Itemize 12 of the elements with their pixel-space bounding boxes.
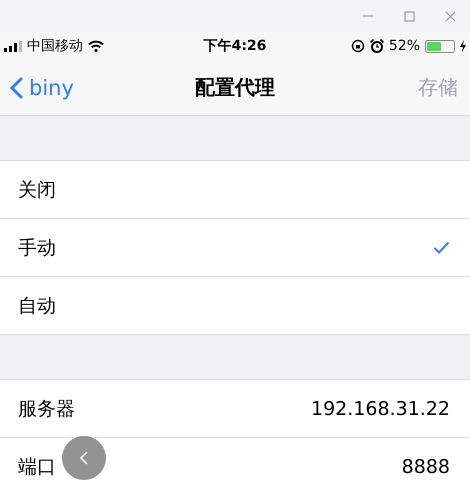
field-label: 端口 [18,454,56,480]
status-time: 下午4:26 [204,37,266,55]
field-label: 服务器 [18,396,75,422]
battery-percent: 52% [388,38,420,54]
proxy-mode-option[interactable]: 手动 [0,219,470,277]
field-value[interactable]: 8888 [402,456,450,478]
page-title: 配置代理 [195,74,275,101]
field-value[interactable]: 192.168.31.22 [310,398,450,420]
back-link[interactable]: biny [29,76,74,100]
proxy-mode-option[interactable]: 自动 [0,277,470,334]
carrier-name: 中国移动 [27,37,83,55]
proxy-mode-option[interactable]: 关闭 [0,161,470,219]
